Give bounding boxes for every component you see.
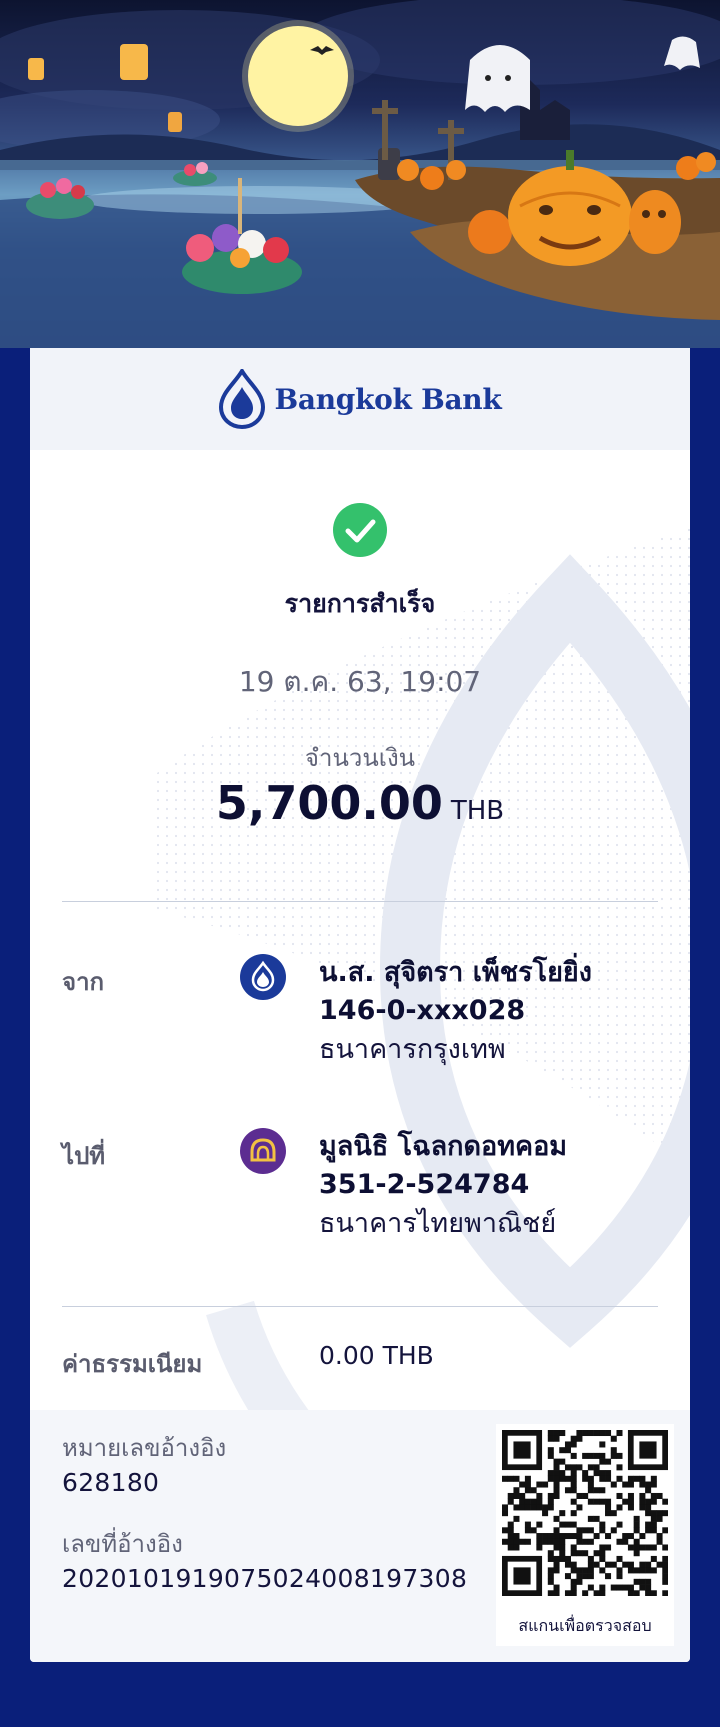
verification-qr-block[interactable]: สแกนเพื่อตรวจสอบ	[496, 1424, 674, 1646]
check-circle-icon	[333, 503, 387, 557]
from-bank-name: ธนาคารกรุงเทพ	[319, 1034, 506, 1065]
bank-brand: Bangkok Bank	[218, 369, 502, 429]
transaction-ref-value: 20201019190750240081973​08	[62, 1564, 468, 1593]
fee-label: ค่าธรรมเนียม	[62, 1350, 203, 1378]
loy-krathong-halloween-illustration	[0, 0, 720, 348]
to-account-number: 351-2-524784	[319, 1169, 530, 1200]
to-label: ไปที่	[62, 1142, 106, 1170]
amount-value: 5,700.00	[215, 776, 443, 830]
amount-row: 5,700.00 THB	[30, 776, 690, 830]
from-account-name: น.ส. สุจิตรา เพ็ชรโยยิ่ง	[319, 957, 592, 988]
reference-section: หมายเลขอ้างอิง 628180 เลขที่อ้างอิง 2020…	[30, 1410, 690, 1662]
to-bank-icon	[240, 1128, 286, 1174]
fee-value: 0.00 THB	[319, 1341, 434, 1370]
to-bank-name: ธนาคารไทยพาณิชย์	[319, 1208, 557, 1239]
from-bank-icon	[240, 954, 286, 1000]
transfer-receipt-card: Bangkok Bank รายการสำเร็จ 19 ต.ค. 63, 19…	[30, 348, 690, 1662]
to-details: มูลนิธิ โฉลกดอทคอม 351-2-524784 ธนาคารไท…	[319, 1128, 567, 1244]
scb-logo-icon	[240, 1128, 286, 1174]
transaction-status-title: รายการสำเร็จ	[284, 589, 436, 618]
amount-label: จำนวนเงิน	[304, 744, 416, 772]
from-details: น.ส. สุจิตรา เพ็ชรโยยิ่ง 146-0-xxx028 ธน…	[319, 954, 592, 1070]
reference-number-label: หมายเลขอ้างอิง	[62, 1434, 227, 1462]
success-status-icon	[333, 503, 387, 557]
amount-currency: THB	[450, 796, 505, 826]
to-account-name: มูลนิธิ โฉลกดอทคอม	[319, 1131, 568, 1162]
bank-header: Bangkok Bank	[30, 348, 690, 450]
header-banner-illustration	[0, 0, 720, 348]
bank-name: Bangkok Bank	[274, 382, 502, 416]
divider	[62, 1306, 658, 1307]
transaction-datetime: 19 ต.ค. 63, 19:07	[238, 665, 482, 698]
from-account-number: 146-0-xxx028	[319, 995, 526, 1026]
divider	[62, 901, 658, 902]
reference-number-value: 628180	[62, 1468, 160, 1497]
bangkok-bank-logo-icon	[240, 954, 286, 1000]
bangkok-bank-logo-icon	[218, 369, 265, 429]
from-label: จาก	[62, 968, 105, 996]
qr-code-icon[interactable]	[502, 1430, 668, 1596]
transaction-ref-label: เลขที่อ้างอิง	[62, 1530, 183, 1558]
qr-caption: สแกนเพื่อตรวจสอบ	[518, 1616, 652, 1635]
